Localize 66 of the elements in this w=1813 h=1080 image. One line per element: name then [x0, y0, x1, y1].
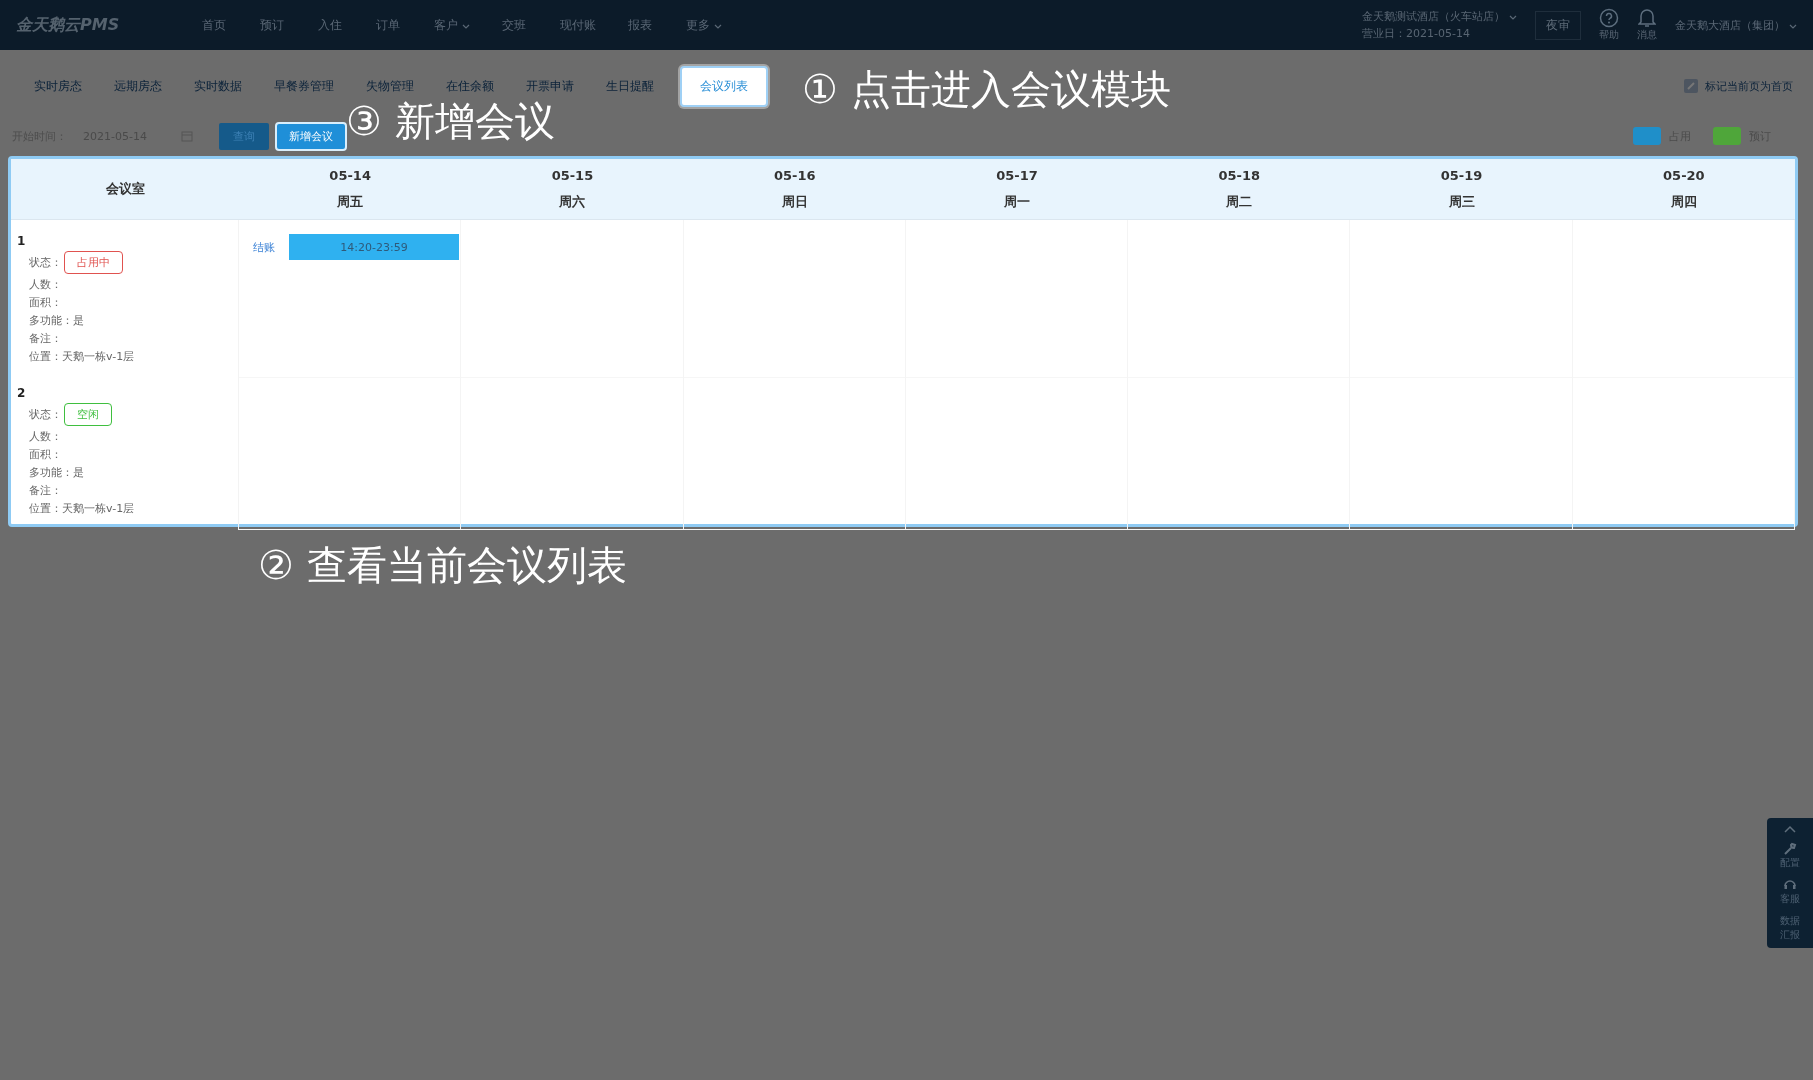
caret-icon: [1509, 15, 1517, 20]
tab[interactable]: 远期房态: [100, 69, 176, 103]
date-header: 05-14: [329, 167, 371, 183]
room-number: 1: [17, 234, 27, 248]
weekday-header: 周日: [781, 192, 808, 211]
status-tag: 空闲: [64, 403, 112, 426]
hotel-selector[interactable]: 金天鹅测试酒店（火车站店） 营业日：2021-05-14: [1362, 9, 1517, 41]
room-detail: 备注：: [28, 483, 63, 498]
scroll-up-icon[interactable]: [1783, 824, 1797, 834]
nav-link[interactable]: 订单: [360, 16, 418, 34]
room-detail: 人数：: [28, 429, 63, 444]
weekday-header: 周六: [559, 192, 586, 211]
date-header: 05-20: [1663, 167, 1705, 183]
tab[interactable]: 生日提醒: [592, 69, 668, 103]
weekday-header: 周五: [337, 192, 364, 211]
nav-link[interactable]: 客户: [418, 16, 486, 34]
messages-button[interactable]: 消息: [1637, 8, 1657, 42]
set-home-link[interactable]: 标记当前页为首页: [1683, 78, 1793, 94]
tab[interactable]: 实时房态: [20, 69, 96, 103]
weekday-header: 周四: [1670, 192, 1697, 211]
tab[interactable]: 会议列表: [680, 65, 768, 107]
nav-link[interactable]: 交班: [486, 16, 544, 34]
annotation-text: ② 查看当前会议列表: [258, 541, 627, 590]
nav-link[interactable]: 报表: [612, 16, 670, 34]
checkout-link[interactable]: 结账: [253, 239, 275, 255]
caret-icon: [714, 23, 722, 29]
status-label: 状态：: [29, 407, 62, 422]
add-meeting-button[interactable]: 新增会议: [275, 121, 347, 151]
wrench-icon: [1783, 842, 1797, 856]
side-tool-button[interactable]: 客服: [1778, 878, 1802, 906]
weekday-header: 周一: [1004, 192, 1030, 211]
weekday-header: 周二: [1226, 192, 1253, 211]
room-detail: 位置：天鹅一栋v-1层: [28, 501, 136, 516]
weekday-header: 周三: [1448, 192, 1475, 211]
room-number: 2: [17, 386, 27, 400]
night-audit-button[interactable]: 夜审: [1535, 10, 1581, 40]
nav-link[interactable]: 首页: [186, 16, 244, 34]
annotation-text: ① 点击进入会议模块: [802, 65, 1171, 114]
date-header: 05-16: [773, 167, 816, 183]
group-selector[interactable]: 金天鹅大酒店（集团）: [1675, 17, 1797, 33]
nav-link[interactable]: 预订: [244, 16, 302, 34]
room-detail: 多功能：是: [28, 465, 85, 480]
room-detail: 人数：: [28, 277, 63, 292]
caret-icon: [1789, 23, 1797, 29]
caret-icon: [462, 23, 470, 29]
headset-icon: [1783, 878, 1797, 892]
edit-icon: [1683, 78, 1699, 94]
app-logo: 金天鹅云PMS: [16, 14, 121, 36]
tab[interactable]: 实时数据: [180, 69, 256, 103]
date-header: 05-18: [1218, 167, 1261, 183]
room-detail: 位置：天鹅一栋v-1层: [28, 349, 136, 364]
room-detail: 备注：: [28, 331, 63, 346]
room-detail: 面积：: [28, 295, 63, 310]
status-label: 状态：: [29, 255, 62, 270]
room-detail: 多功能：是: [28, 313, 85, 328]
nav-link[interactable]: 更多: [670, 16, 738, 34]
tab[interactable]: 早餐券管理: [260, 69, 348, 103]
column-header: 会议室: [104, 180, 146, 198]
meeting-bar[interactable]: 14:20-23:59: [289, 234, 459, 260]
nav-link[interactable]: 入住: [302, 16, 360, 34]
date-header: 05-15: [551, 167, 594, 183]
room-detail: 面积：: [28, 447, 63, 462]
date-header: 05-17: [996, 167, 1038, 183]
date-header: 05-19: [1440, 167, 1483, 183]
nav-link[interactable]: 现付账: [544, 16, 612, 34]
status-tag: 占用中: [64, 251, 123, 274]
